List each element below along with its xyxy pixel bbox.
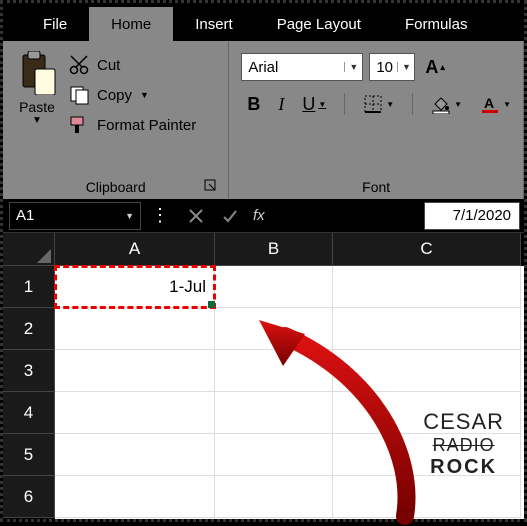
check-icon — [222, 208, 238, 224]
column-header-a[interactable]: A — [55, 233, 215, 266]
cell-b2[interactable] — [215, 308, 333, 350]
column-header-b[interactable]: B — [215, 233, 333, 266]
row-header-3[interactable]: 3 — [3, 350, 55, 392]
font-name-combo[interactable]: Arial ▼ — [241, 53, 363, 81]
cell-a2[interactable] — [55, 308, 215, 350]
cell-a1[interactable]: 1-Jul — [55, 266, 215, 308]
cell-c3[interactable] — [333, 350, 521, 392]
cell-a3[interactable] — [55, 350, 215, 392]
formula-bar-expand[interactable]: ⋮ — [141, 205, 179, 226]
name-box-value: A1 — [16, 207, 34, 224]
enter-formula-button[interactable] — [213, 202, 247, 230]
copy-label: Copy — [97, 87, 132, 104]
font-size-combo[interactable]: 10 ▼ — [369, 53, 415, 81]
paste-label: Paste — [19, 99, 55, 115]
chevron-down-icon[interactable]: ▼ — [318, 100, 326, 109]
chevron-down-icon[interactable]: ▼ — [125, 211, 134, 221]
separator — [344, 93, 345, 115]
bucket-icon — [431, 94, 451, 114]
cell-b4[interactable] — [215, 392, 333, 434]
ribbon: Paste ▼ Cut Copy ▼ — [3, 41, 524, 199]
name-box[interactable]: A1 ▼ — [9, 202, 141, 230]
borders-button[interactable]: ▼ — [363, 94, 394, 114]
chevron-down-icon[interactable]: ▼ — [503, 100, 511, 109]
format-painter-label: Format Painter — [97, 117, 196, 134]
borders-icon — [363, 94, 383, 114]
fx-button[interactable]: fx — [247, 207, 271, 224]
font-name-value: Arial — [248, 59, 278, 76]
cell-b1[interactable] — [215, 266, 333, 308]
cell-c6[interactable] — [333, 476, 521, 518]
separator — [412, 93, 413, 115]
copy-icon — [69, 85, 91, 105]
chevron-down-icon[interactable]: ▼ — [32, 115, 42, 126]
watermark-line2: RADIO — [423, 435, 504, 456]
watermark-line3: ROCK — [423, 456, 504, 479]
underline-button[interactable]: U▼ — [302, 94, 326, 115]
spreadsheet-grid: A B C 1 2 3 4 5 6 1-Jul — [3, 233, 524, 519]
group-clipboard-label: Clipboard — [86, 179, 146, 195]
formula-bar-input[interactable]: 7/1/2020 — [424, 202, 520, 230]
chevron-down-icon[interactable]: ▼ — [397, 62, 411, 72]
cell-a5[interactable] — [55, 434, 215, 476]
row-header-6[interactable]: 6 — [3, 476, 55, 518]
cell-a6[interactable] — [55, 476, 215, 518]
cut-label: Cut — [97, 57, 120, 74]
scissors-icon — [69, 55, 91, 75]
clipboard-icon — [17, 51, 57, 95]
font-color-button[interactable]: A ▼ — [480, 94, 511, 114]
chevron-down-icon[interactable]: ▼ — [454, 100, 462, 109]
select-all-corner[interactable] — [3, 233, 55, 266]
watermark-logo: CESAR RADIO ROCK — [423, 409, 504, 479]
formula-bar-value: 7/1/2020 — [453, 207, 511, 224]
chevron-down-icon[interactable]: ▼ — [344, 62, 358, 72]
cell-a1-value: 1-Jul — [169, 277, 206, 297]
tab-insert[interactable]: Insert — [173, 7, 255, 41]
paintbrush-icon — [69, 115, 91, 135]
row-header-2[interactable]: 2 — [3, 308, 55, 350]
x-icon — [188, 208, 204, 224]
copy-button[interactable]: Copy ▼ — [67, 83, 198, 107]
cell-c1[interactable] — [333, 266, 521, 308]
tab-home[interactable]: Home — [89, 7, 173, 41]
cell-a4[interactable] — [55, 392, 215, 434]
ribbon-tabs: File Home Insert Page Layout Formulas — [3, 3, 524, 41]
increase-font-glyph: A — [425, 57, 438, 78]
font-color-icon: A — [480, 94, 500, 114]
tab-formulas[interactable]: Formulas — [383, 7, 490, 41]
cell-c2[interactable] — [333, 308, 521, 350]
tab-file[interactable]: File — [21, 7, 89, 41]
row-header-4[interactable]: 4 — [3, 392, 55, 434]
chevron-down-icon[interactable]: ▼ — [140, 90, 149, 100]
svg-text:A: A — [484, 95, 494, 111]
font-size-value: 10 — [376, 59, 393, 76]
cancel-formula-button[interactable] — [179, 202, 213, 230]
cut-button[interactable]: Cut — [67, 53, 198, 77]
fill-color-button[interactable]: ▼ — [431, 94, 462, 114]
format-painter-button[interactable]: Format Painter — [67, 113, 198, 137]
column-header-c[interactable]: C — [333, 233, 521, 266]
group-clipboard: Paste ▼ Cut Copy ▼ — [3, 41, 229, 199]
paste-button[interactable]: Paste ▼ — [11, 47, 63, 177]
group-font: Arial ▼ 10 ▼ A▴ B I U▼ — [229, 41, 524, 199]
row-header-1[interactable]: 1 — [3, 266, 55, 308]
row-header-5[interactable]: 5 — [3, 434, 55, 476]
bold-button[interactable]: B — [247, 94, 260, 115]
chevron-down-icon[interactable]: ▼ — [386, 100, 394, 109]
watermark-line1: CESAR — [423, 409, 504, 435]
italic-button[interactable]: I — [278, 94, 284, 115]
cell-b6[interactable] — [215, 476, 333, 518]
increase-font-button[interactable]: A▴ — [421, 57, 449, 78]
formula-bar-row: A1 ▼ ⋮ fx 7/1/2020 — [3, 199, 524, 233]
cell-b3[interactable] — [215, 350, 333, 392]
group-font-label: Font — [362, 179, 390, 195]
fill-handle[interactable] — [208, 301, 215, 308]
cell-b5[interactable] — [215, 434, 333, 476]
clipboard-dialog-launcher[interactable] — [204, 179, 218, 193]
tab-page-layout[interactable]: Page Layout — [255, 7, 383, 41]
